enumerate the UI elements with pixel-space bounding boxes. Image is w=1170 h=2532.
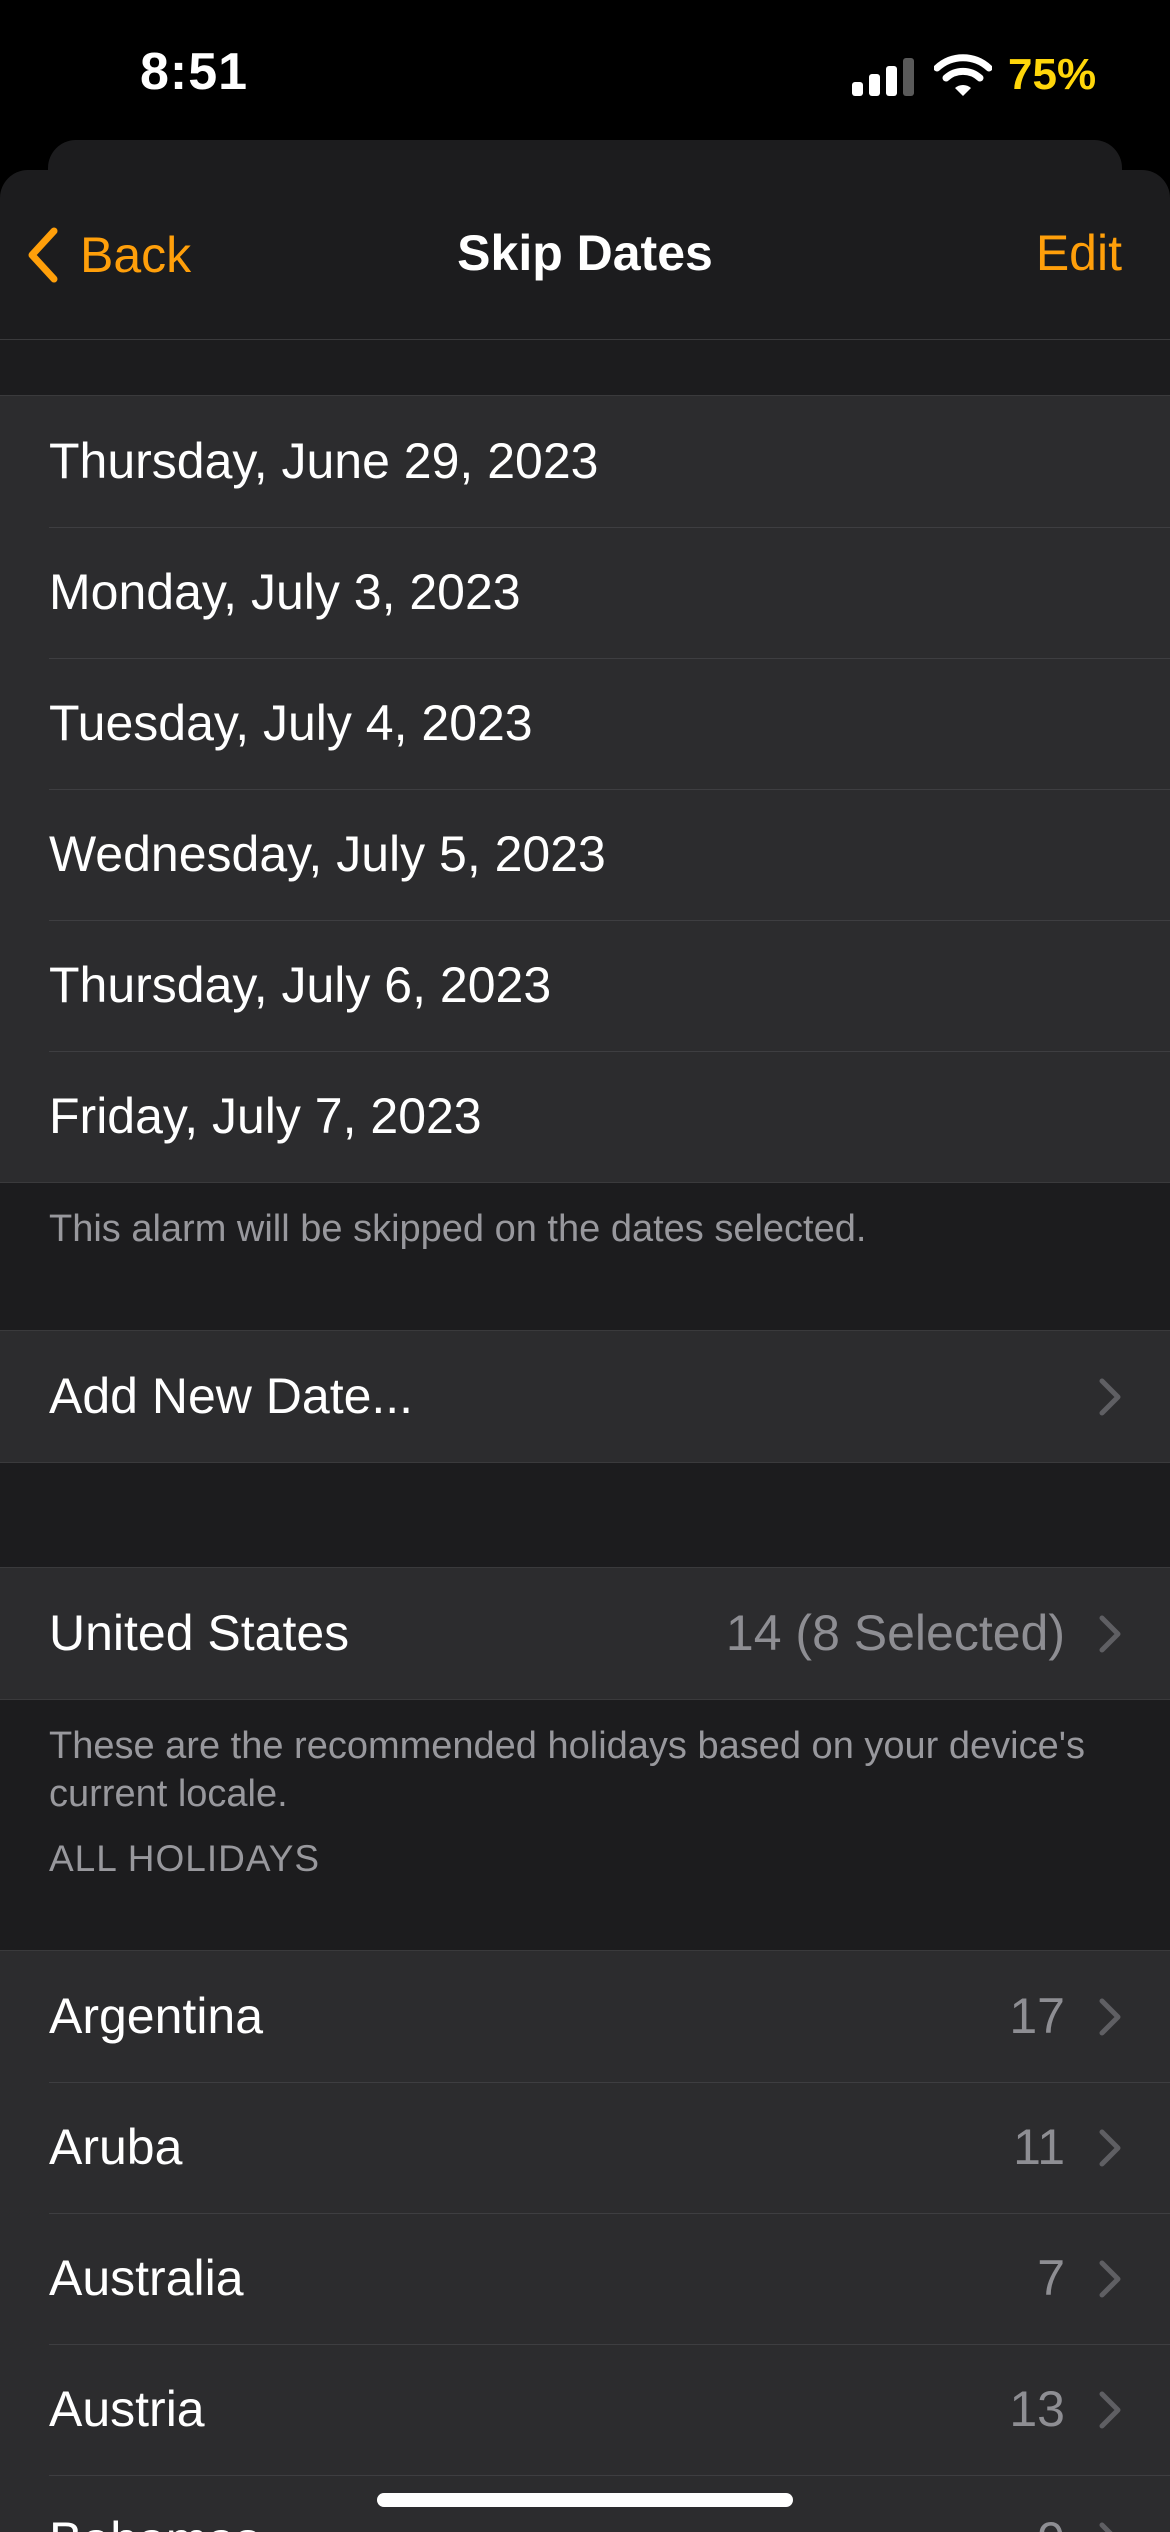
status-bar: 8:51 75% bbox=[0, 0, 1170, 150]
holiday-count: 9 bbox=[1037, 2475, 1065, 2532]
country-label: Australia bbox=[49, 2250, 244, 2306]
chevron-right-icon bbox=[1099, 1615, 1121, 1653]
locale-holidays-row[interactable]: United States 14 (8 Selected) bbox=[0, 1568, 1170, 1699]
chevron-right-icon bbox=[1099, 1378, 1121, 1416]
add-date-group: Add New Date... bbox=[0, 1330, 1170, 1463]
chevron-right-icon bbox=[1099, 2522, 1113, 2532]
holiday-country-row[interactable]: Aruba 11 bbox=[0, 2082, 1170, 2213]
skip-dates-sheet: Back Skip Dates Edit Thursday, June 29, … bbox=[0, 170, 1170, 2532]
country-label: Austria bbox=[49, 2381, 205, 2437]
holiday-country-row[interactable]: Austria 13 bbox=[0, 2344, 1170, 2475]
skip-date-row[interactable]: Thursday, June 29, 2023 bbox=[0, 396, 1170, 527]
locale-detail: 14 (8 Selected) bbox=[725, 1605, 1065, 1661]
locale-footer: These are the recommended holidays based… bbox=[49, 1725, 1085, 1815]
navigation-bar: Back Skip Dates Edit bbox=[0, 170, 1170, 340]
skip-date-label: Tuesday, July 4, 2023 bbox=[49, 695, 533, 751]
locale-label: United States bbox=[49, 1605, 350, 1661]
nav-divider bbox=[0, 339, 1170, 340]
all-holidays-list: Argentina 17 Aruba 11 Australia 7 Austri… bbox=[0, 1950, 1170, 2532]
holiday-count: 17 bbox=[1009, 1988, 1065, 2044]
skip-date-row[interactable]: Wednesday, July 5, 2023 bbox=[0, 789, 1170, 920]
country-label: Argentina bbox=[49, 1988, 264, 2044]
skip-date-row[interactable]: Thursday, July 6, 2023 bbox=[0, 920, 1170, 1051]
skip-dates-list: Thursday, June 29, 2023 Monday, July 3, … bbox=[0, 395, 1170, 1183]
cellular-signal-icon bbox=[852, 56, 916, 96]
home-indicator[interactable] bbox=[377, 2493, 793, 2507]
status-time: 8:51 bbox=[140, 43, 249, 101]
skip-date-row[interactable]: Tuesday, July 4, 2023 bbox=[0, 658, 1170, 789]
locale-group: United States 14 (8 Selected) bbox=[0, 1567, 1170, 1700]
add-new-date-label: Add New Date... bbox=[49, 1368, 414, 1424]
holiday-count: 13 bbox=[1009, 2381, 1065, 2437]
skip-date-label: Friday, July 7, 2023 bbox=[49, 1088, 482, 1144]
wifi-icon bbox=[934, 54, 992, 96]
edit-button[interactable]: Edit bbox=[1036, 224, 1122, 282]
chevron-right-icon bbox=[1099, 2260, 1121, 2298]
skip-date-label: Monday, July 3, 2023 bbox=[49, 564, 521, 620]
skip-date-row[interactable]: Monday, July 3, 2023 bbox=[0, 527, 1170, 658]
all-holidays-header: ALL HOLIDAYS bbox=[49, 1838, 321, 1879]
add-new-date-button[interactable]: Add New Date... bbox=[0, 1331, 1170, 1462]
skip-date-label: Thursday, July 6, 2023 bbox=[49, 957, 552, 1013]
skip-date-label: Wednesday, July 5, 2023 bbox=[49, 826, 606, 882]
holiday-country-row[interactable]: Argentina 17 bbox=[0, 1951, 1170, 2082]
page-title: Skip Dates bbox=[457, 225, 713, 281]
battery-percentage: 75% bbox=[1008, 50, 1097, 99]
skip-dates-footer: This alarm will be skipped on the dates … bbox=[49, 1208, 867, 1250]
holiday-count: 7 bbox=[1037, 2250, 1065, 2306]
chevron-right-icon bbox=[1099, 2129, 1121, 2167]
chevron-right-icon bbox=[1099, 2391, 1121, 2429]
country-label: Aruba bbox=[49, 2119, 183, 2175]
holiday-country-row[interactable]: Australia 7 bbox=[0, 2213, 1170, 2344]
chevron-right-icon bbox=[1099, 1998, 1121, 2036]
skip-date-label: Thursday, June 29, 2023 bbox=[49, 433, 599, 489]
holiday-count: 11 bbox=[1013, 2119, 1065, 2175]
skip-date-row[interactable]: Friday, July 7, 2023 bbox=[0, 1051, 1170, 1182]
country-label: Bahamas bbox=[49, 2475, 260, 2532]
